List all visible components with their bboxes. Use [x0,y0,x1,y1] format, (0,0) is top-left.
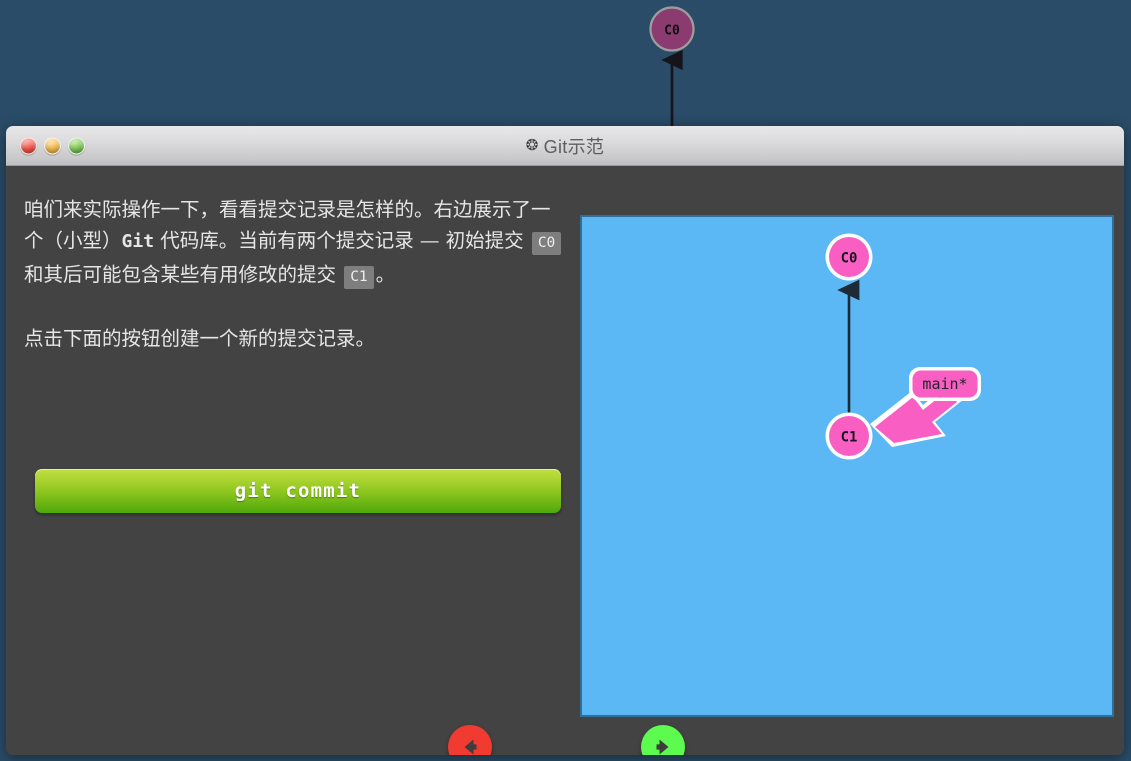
git-keyword: Git [121,231,155,252]
lesson-paragraph-1: 咱们来实际操作一下，看看提交记录是怎样的。右边展示了一个（小型）Git 代码库。… [24,194,569,293]
window-title-bar: ❂ Git示范 [6,126,1124,166]
commit-node-c1[interactable]: C1 [825,412,873,460]
inline-code-c0: C0 [531,232,562,255]
commit-label-c1: C1 [841,430,858,446]
lesson-text-segment: 。 [375,263,396,286]
git-visualization-panel[interactable]: main* C0 C1 [580,215,1114,717]
window-body: 咱们来实际操作一下，看看提交记录是怎样的。右边展示了一个（小型）Git 代码库。… [6,166,1124,755]
branch-label-main[interactable]: main* [909,367,981,401]
close-button[interactable] [20,137,37,154]
lesson-paragraph-2: 点击下面的按钮创建一个新的提交记录。 [24,327,376,350]
commit-label-c0: C0 [841,251,858,267]
lesson-text-segment: 代码库。当前有两个提交记录 — 初始提交 [154,229,530,252]
navigation-controls [6,718,1124,755]
commit-tree-svg: main* C0 C1 [825,233,981,460]
branch-label-text: main* [922,375,967,393]
minimize-button[interactable] [44,137,61,154]
back-arrow-icon [464,739,477,755]
app-window: ❂ Git示范 咱们来实际操作一下，看看提交记录是怎样的。右边展示了一个（小型）… [6,126,1124,755]
gear-icon: ❂ [525,137,539,154]
lesson-text: 咱们来实际操作一下，看看提交记录是怎样的。右边展示了一个（小型）Git 代码库。… [24,194,569,354]
lesson-text-segment: 和其后可能包含某些有用修改的提交 [24,263,343,286]
window-title-text: Git示范 [543,136,605,157]
background-commit-label: C0 [664,24,680,39]
commit-node-c0[interactable]: C0 [825,233,873,281]
forward-arrow-icon [656,739,669,755]
maximize-button[interactable] [68,137,85,154]
back-arrow-button[interactable] [448,725,492,755]
forward-arrow-button[interactable] [641,725,685,755]
window-title: ❂ Git示范 [526,133,604,159]
inline-code-c1: C1 [344,266,374,289]
git-commit-button[interactable]: git commit [35,469,561,513]
window-controls [20,137,85,154]
